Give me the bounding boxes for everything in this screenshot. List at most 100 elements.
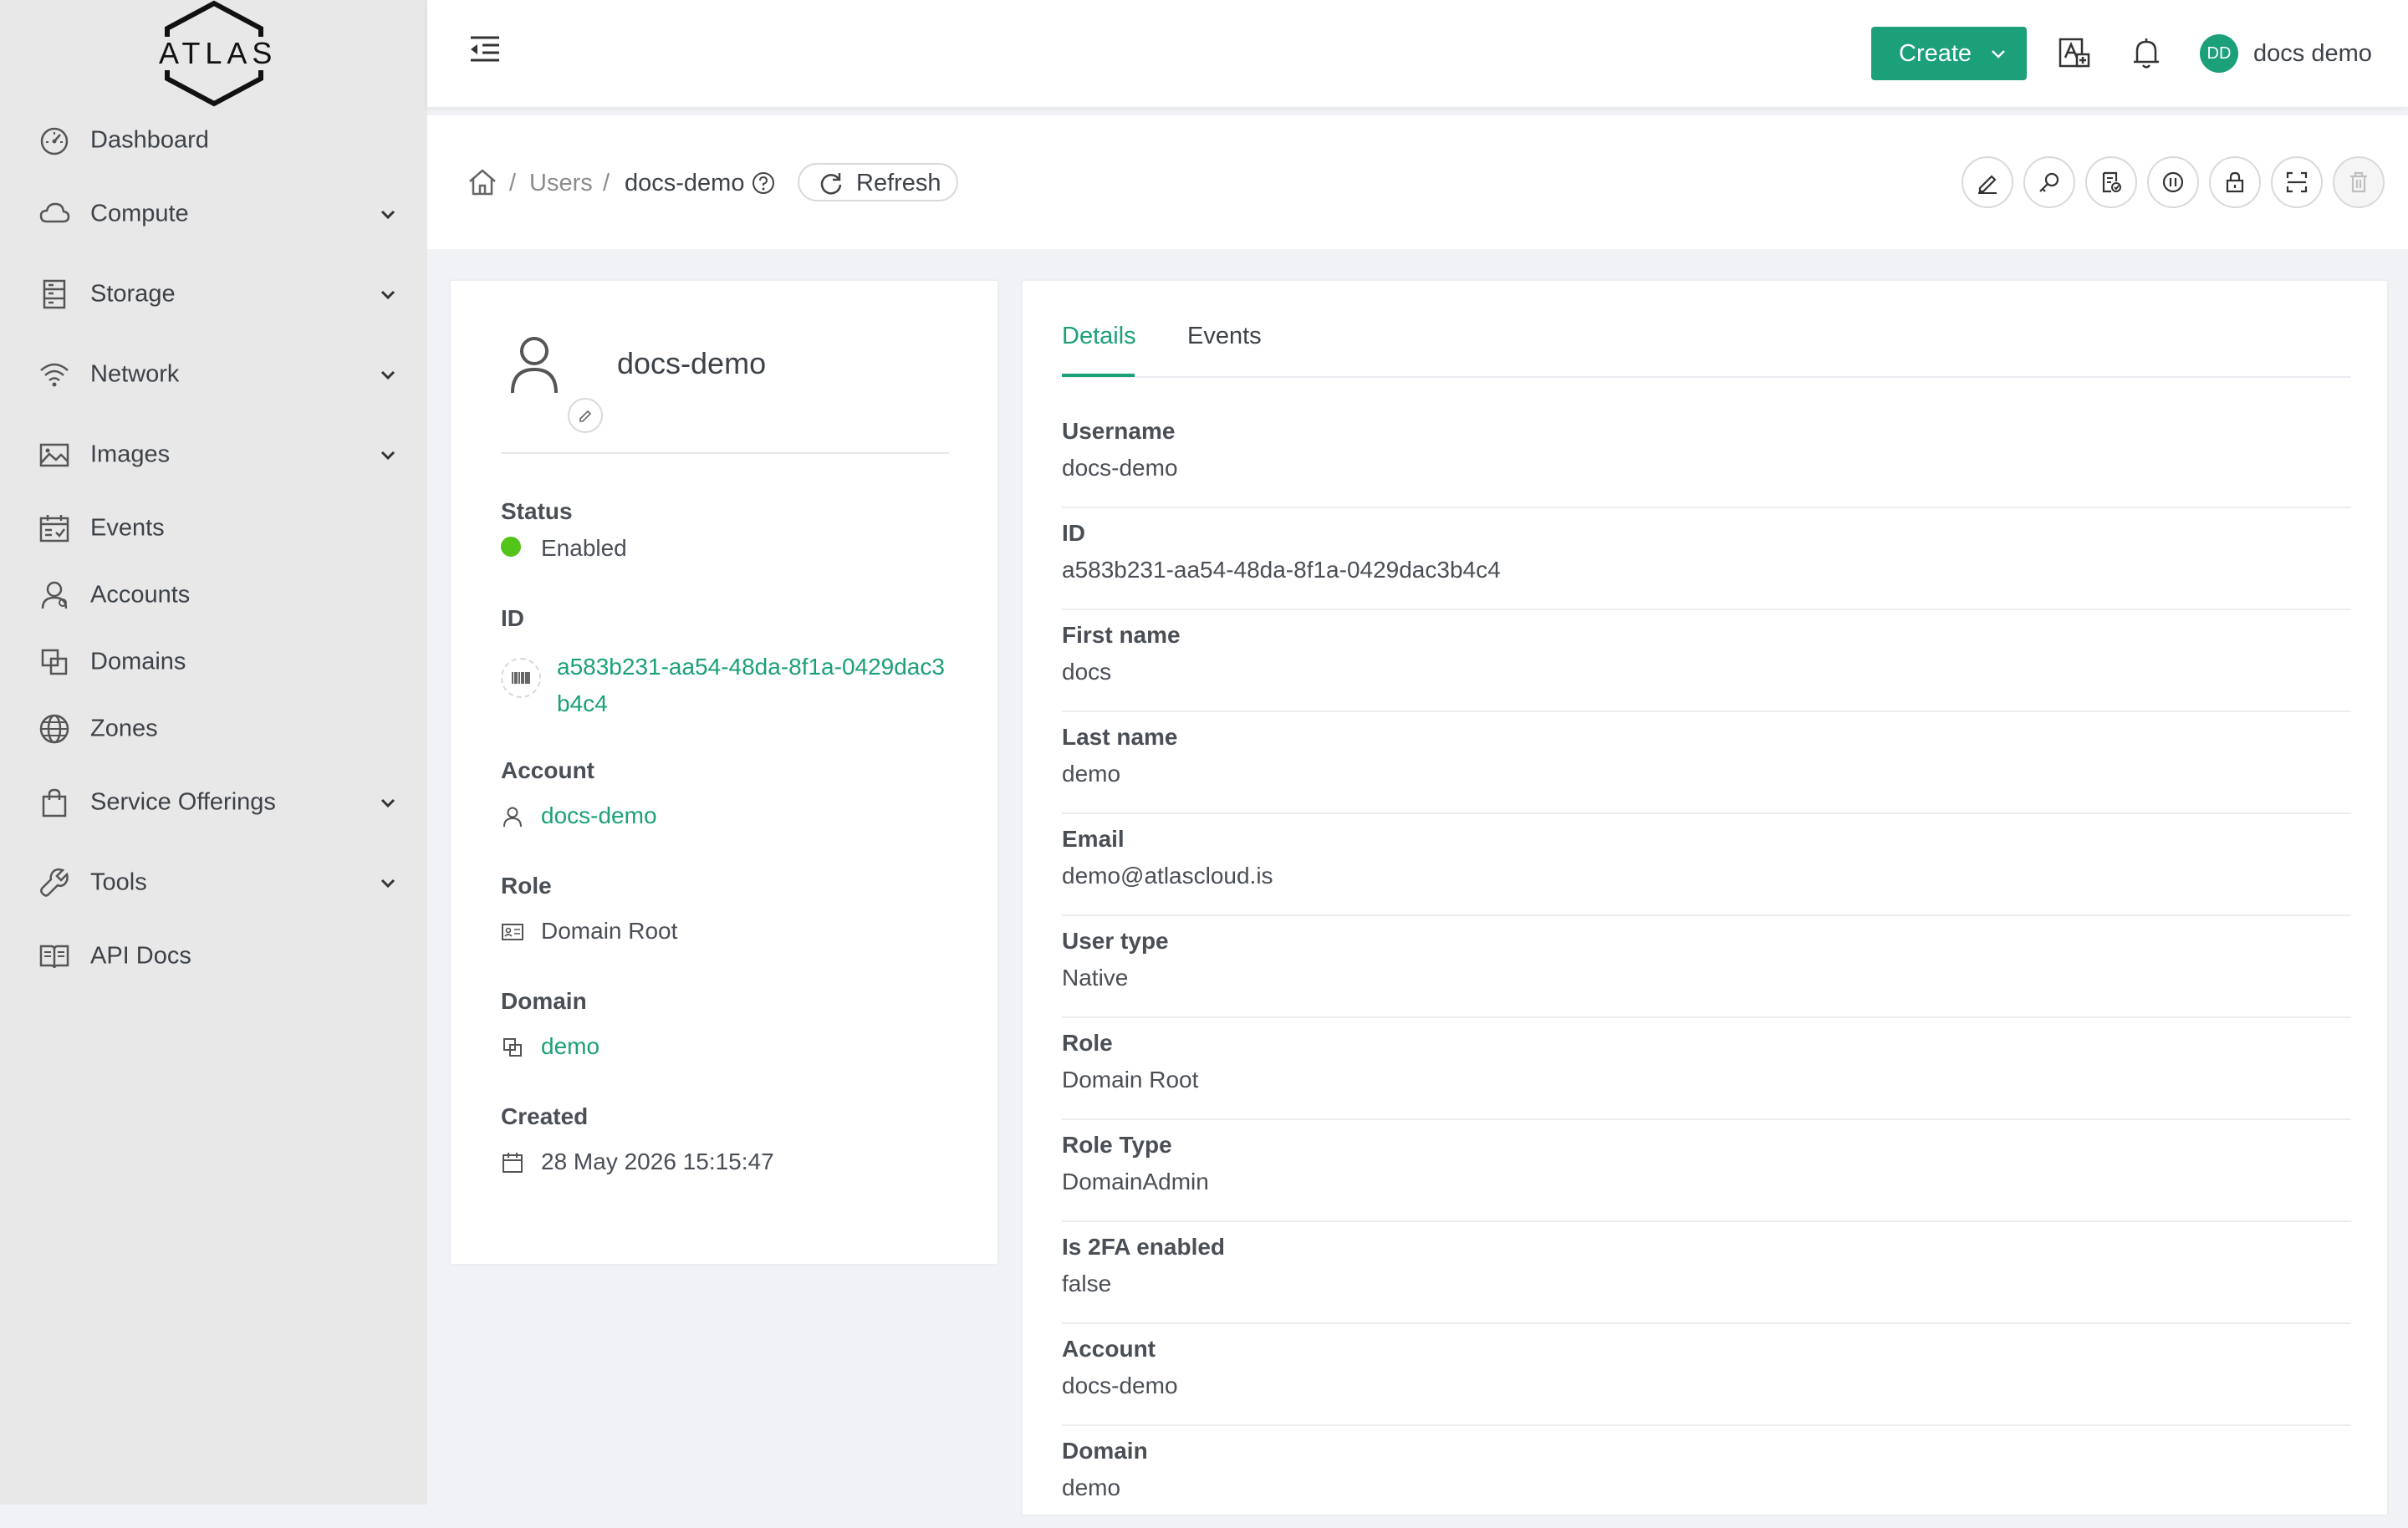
user-name-title: docs-demo bbox=[617, 346, 767, 380]
lock-user-button[interactable] bbox=[2209, 156, 2261, 208]
detail-label: Role bbox=[1062, 1030, 1113, 1056]
status-dot bbox=[501, 537, 521, 557]
top-header: Create DD docs demo bbox=[427, 0, 2408, 107]
pause-circle-icon bbox=[2162, 171, 2184, 193]
created-label: Created bbox=[501, 1103, 589, 1129]
domain-link[interactable]: demo bbox=[541, 1033, 599, 1060]
detail-label: Email bbox=[1062, 826, 1125, 852]
sidebar-item-dashboard[interactable]: Dashboard bbox=[0, 111, 427, 170]
barcode-button[interactable] bbox=[501, 658, 541, 698]
breadcrumb-current: docs-demo bbox=[625, 170, 745, 196]
chevron-down-icon bbox=[380, 210, 395, 220]
detail-row-account: Account docs-demo bbox=[1062, 1324, 2351, 1426]
tab-details[interactable]: Details bbox=[1062, 323, 1136, 350]
detail-label: Account bbox=[1062, 1336, 1156, 1362]
home-icon[interactable] bbox=[467, 167, 497, 197]
detail-label: ID bbox=[1062, 520, 1085, 546]
user-avatar[interactable]: DD bbox=[2200, 34, 2238, 73]
detail-row-role-type: Role Type DomainAdmin bbox=[1062, 1120, 2351, 1222]
create-button[interactable]: Create bbox=[1871, 27, 2027, 80]
calendar-icon bbox=[503, 1153, 523, 1173]
detail-row-first-name: First name docs bbox=[1062, 610, 2351, 712]
sidebar-item-label: Dashboard bbox=[90, 126, 209, 154]
picture-icon bbox=[39, 443, 69, 467]
change-password-button[interactable] bbox=[2023, 156, 2075, 208]
id-value-link[interactable]: a583b231-aa54-48da-8f1a-0429dac3b4c4 bbox=[557, 649, 950, 722]
chevron-down-icon bbox=[380, 290, 395, 300]
id-label: ID bbox=[501, 605, 524, 631]
detail-row-user-type: User type Native bbox=[1062, 916, 2351, 1018]
detail-value: demo bbox=[1062, 1475, 1121, 1500]
storage-icon bbox=[43, 279, 66, 309]
bell-icon[interactable] bbox=[2129, 36, 2164, 71]
menu-fold-icon[interactable] bbox=[467, 32, 503, 67]
refresh-button[interactable]: Refresh bbox=[798, 163, 958, 201]
lock-icon bbox=[2226, 171, 2244, 193]
edit-icon bbox=[579, 410, 592, 422]
sidebar-item-api-docs[interactable]: API Docs bbox=[0, 927, 427, 986]
sidebar-item-label: Service Offerings bbox=[90, 788, 276, 816]
delete-user-button[interactable] bbox=[2333, 156, 2385, 208]
detail-value: demo bbox=[1062, 761, 1121, 787]
detail-value: DomainAdmin bbox=[1062, 1169, 1209, 1194]
role-label: Role bbox=[501, 873, 552, 899]
sidebar-item-domains[interactable]: Domains bbox=[0, 633, 427, 691]
create-button-label: Create bbox=[1899, 40, 1972, 67]
chevron-down-icon bbox=[380, 451, 395, 461]
sidebar-item-label: Domains bbox=[90, 648, 186, 675]
detail-value: demo@atlascloud.is bbox=[1062, 863, 1273, 889]
block-icon bbox=[41, 649, 68, 675]
sidebar-item-accounts[interactable]: Accounts bbox=[0, 566, 427, 624]
wifi-icon bbox=[40, 363, 69, 387]
question-circle-icon[interactable] bbox=[751, 171, 776, 196]
sidebar-item-events[interactable]: Events bbox=[0, 499, 427, 558]
detail-label: Is 2FA enabled bbox=[1062, 1234, 1226, 1260]
file-protect-icon bbox=[2102, 171, 2121, 193]
status-value: Enabled bbox=[541, 535, 627, 561]
status-label: Status bbox=[501, 498, 573, 524]
sidebar-item-label: Accounts bbox=[90, 581, 191, 609]
domain-label: Domain bbox=[501, 988, 587, 1014]
configure-button[interactable] bbox=[2085, 156, 2137, 208]
edit-icon bbox=[1978, 175, 1997, 194]
user-menu-name[interactable]: docs demo bbox=[2253, 40, 2372, 68]
detail-row-email: Email demo@atlascloud.is bbox=[1062, 814, 2351, 916]
account-label: Account bbox=[501, 757, 594, 783]
account-link[interactable]: docs-demo bbox=[541, 802, 657, 829]
detail-row-2fa: Is 2FA enabled false bbox=[1062, 1222, 2351, 1324]
scan-button[interactable] bbox=[2271, 156, 2323, 208]
detail-value: Domain Root bbox=[1062, 1067, 1199, 1093]
detail-value: Native bbox=[1062, 965, 1129, 991]
sidebar-item-label: API Docs bbox=[90, 942, 191, 970]
idcard-icon bbox=[502, 924, 523, 940]
breadcrumb-users-link[interactable]: Users bbox=[529, 169, 593, 197]
translate-icon[interactable] bbox=[2057, 36, 2092, 71]
sidebar-item-zones[interactable]: Zones bbox=[0, 700, 427, 758]
sidebar-item-label: Tools bbox=[90, 868, 147, 896]
details-card: Details Events Username docs-demo ID a58… bbox=[1021, 279, 2389, 1516]
tab-events[interactable]: Events bbox=[1187, 323, 1262, 350]
delete-icon bbox=[2350, 171, 2367, 193]
barcode-icon bbox=[512, 672, 530, 684]
sidebar: ATLAS Dashboard Compute Storage Network … bbox=[0, 0, 427, 1505]
tool-icon bbox=[40, 868, 69, 897]
sidebar-item-tools[interactable]: Tools bbox=[0, 853, 427, 912]
key-icon bbox=[2039, 172, 2059, 192]
edit-avatar-button[interactable] bbox=[568, 398, 603, 433]
reload-icon bbox=[820, 173, 842, 195]
sidebar-item-images[interactable]: Images bbox=[0, 425, 427, 484]
disable-user-button[interactable] bbox=[2147, 156, 2199, 208]
sidebar-item-compute[interactable]: Compute bbox=[0, 185, 427, 243]
sidebar-item-label: Images bbox=[90, 441, 171, 468]
detail-label: First name bbox=[1062, 622, 1181, 648]
sidebar-item-storage[interactable]: Storage bbox=[0, 265, 427, 323]
edit-user-button[interactable] bbox=[1962, 156, 2013, 208]
detail-label: Username bbox=[1062, 418, 1176, 444]
role-value: Domain Root bbox=[541, 918, 678, 944]
page-header: / Users / docs-demo Refresh bbox=[427, 115, 2408, 249]
sidebar-item-label: Events bbox=[90, 514, 165, 542]
sidebar-item-network[interactable]: Network bbox=[0, 345, 427, 404]
detail-label: Domain bbox=[1062, 1438, 1148, 1464]
sidebar-item-service-offerings[interactable]: Service Offerings bbox=[0, 773, 427, 832]
atlas-logo[interactable]: ATLAS bbox=[159, 0, 272, 107]
